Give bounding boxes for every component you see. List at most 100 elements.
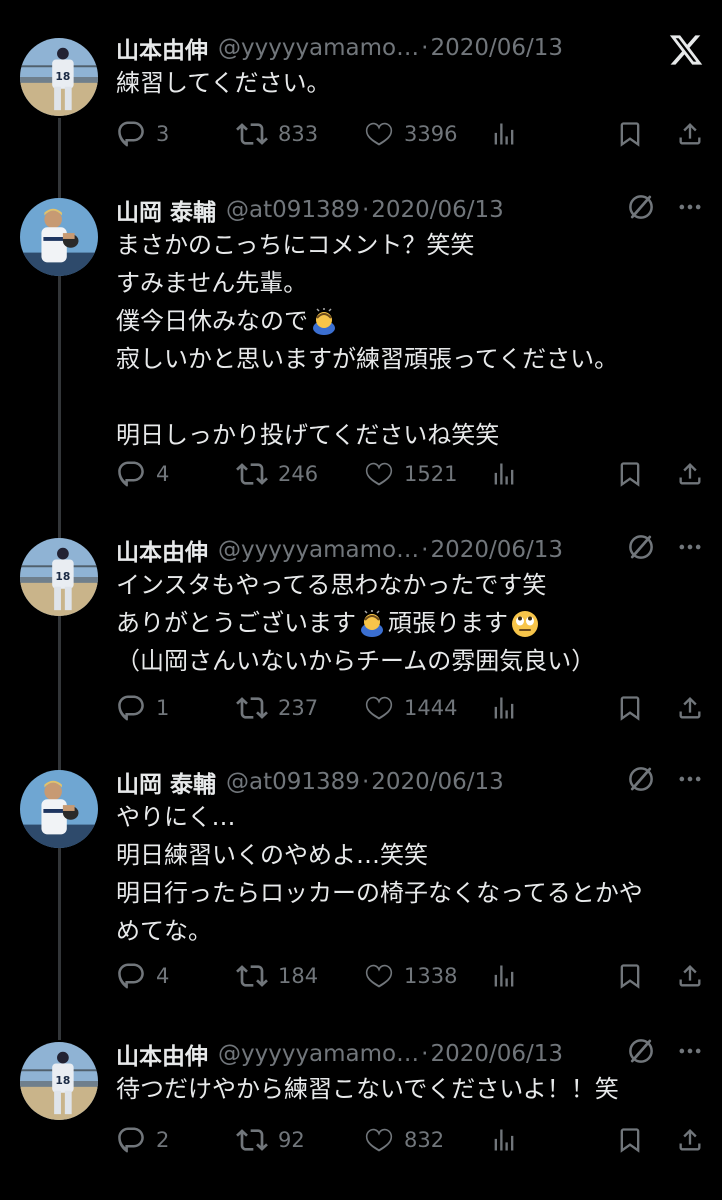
like-icon — [364, 459, 394, 489]
retweet-count: 92 — [278, 1128, 305, 1152]
views-button[interactable] — [490, 114, 518, 154]
more-icon[interactable] — [676, 764, 704, 798]
retweet-button[interactable]: 246 — [236, 454, 318, 494]
reply-icon — [116, 693, 146, 723]
tweet-line: まさかのこっちにコメント？笑笑 — [116, 231, 475, 259]
timestamp[interactable]: 2020/06/13 — [430, 1041, 563, 1067]
action-bar: 2 92 832 — [116, 1120, 722, 1160]
bookmark-button[interactable] — [616, 1120, 644, 1160]
like-count: 1338 — [404, 964, 458, 988]
timestamp[interactable]: 2020/06/13 — [371, 769, 504, 795]
share-icon — [676, 120, 704, 148]
retweet-icon — [236, 960, 268, 992]
like-button[interactable]: 1444 — [364, 688, 457, 728]
action-bar: 4 246 1521 — [116, 454, 722, 494]
timestamp[interactable]: 2020/06/13 — [430, 35, 563, 61]
tweet-line-text: 僕今日休みなので — [116, 307, 308, 335]
tweet-2[interactable]: 山岡 泰輔 @at091389 · 2020/06/13 まさかのこっちにコメン… — [0, 190, 722, 500]
views-icon — [490, 962, 518, 990]
grok-icon[interactable] — [626, 764, 656, 798]
views-button[interactable] — [490, 688, 518, 728]
timestamp[interactable]: 2020/06/13 — [371, 197, 504, 223]
tweet-line-text: ありがとうございます — [116, 609, 356, 637]
like-button[interactable]: 832 — [364, 1120, 444, 1160]
share-button[interactable] — [676, 114, 704, 154]
bowing-emoji — [313, 308, 335, 335]
avatar[interactable] — [20, 1042, 98, 1120]
handle[interactable]: @yyyyyamamo… — [218, 1041, 419, 1067]
bookmark-button[interactable] — [616, 454, 644, 494]
like-count: 1521 — [404, 462, 458, 486]
tweet-line: やりにく… — [116, 803, 236, 831]
tweet-line: 明日行ったらロッカーの椅子なくなってるとかや — [116, 879, 643, 907]
share-button[interactable] — [676, 1120, 704, 1160]
like-button[interactable]: 1338 — [364, 956, 457, 996]
tweet-line: 待つだけやから練習こないでくださいよ！！笑 — [116, 1075, 619, 1103]
like-icon — [364, 1125, 394, 1155]
separator-dot: · — [421, 35, 429, 61]
handle[interactable]: @at091389 — [226, 197, 360, 223]
avatar[interactable] — [20, 770, 98, 848]
like-button[interactable]: 1521 — [364, 454, 457, 494]
retweet-count: 833 — [278, 122, 319, 146]
reply-button[interactable]: 3 — [116, 114, 169, 154]
more-icon[interactable] — [676, 192, 704, 226]
timestamp[interactable]: 2020/06/13 — [430, 537, 563, 563]
retweet-button[interactable]: 184 — [236, 956, 318, 996]
grok-icon[interactable] — [626, 532, 656, 566]
tweet-4[interactable]: 山岡 泰輔 @at091389 · 2020/06/13 やりにく… 明日練習い… — [0, 762, 722, 1002]
views-icon — [490, 1126, 518, 1154]
handle[interactable]: @yyyyyamamo… — [218, 537, 419, 563]
tweet-line: 明日しっかり投げてくださいね笑笑 — [116, 421, 500, 449]
reply-icon — [116, 459, 146, 489]
like-button[interactable]: 3396 — [364, 114, 457, 154]
views-button[interactable] — [490, 1120, 518, 1160]
retweet-icon — [236, 458, 268, 490]
tweet-line: すみません先輩。 — [116, 269, 308, 297]
views-button[interactable] — [490, 956, 518, 996]
share-button[interactable] — [676, 956, 704, 996]
like-icon — [364, 119, 394, 149]
grok-icon[interactable] — [626, 1036, 656, 1070]
reply-button[interactable]: 1 — [116, 688, 169, 728]
avatar[interactable] — [20, 198, 98, 276]
retweet-button[interactable]: 833 — [236, 114, 318, 154]
tweet-3[interactable]: 山本由伸 @yyyyyamamo… · 2020/06/13 インスタもやってる… — [0, 530, 722, 730]
retweet-button[interactable]: 237 — [236, 688, 318, 728]
tweet-1[interactable]: 山本由伸 @yyyyyamamo… · 2020/06/13 練習してください。… — [0, 28, 722, 158]
action-bar: 4 184 1338 — [116, 956, 722, 996]
grok-icon[interactable] — [626, 192, 656, 226]
display-name[interactable]: 山本由伸 — [116, 533, 208, 567]
tweet-line — [116, 378, 692, 416]
reply-icon — [116, 119, 146, 149]
like-icon — [364, 693, 394, 723]
bookmark-button[interactable] — [616, 114, 644, 154]
display-name[interactable]: 山岡 泰輔 — [116, 765, 216, 799]
share-icon — [676, 962, 704, 990]
display-name[interactable]: 山岡 泰輔 — [116, 193, 216, 227]
reply-button[interactable]: 2 — [116, 1120, 169, 1160]
reply-button[interactable]: 4 — [116, 454, 169, 494]
tweet-5[interactable]: 山本由伸 @yyyyyamamo… · 2020/06/13 待つだけやから練習… — [0, 1034, 722, 1174]
share-button[interactable] — [676, 688, 704, 728]
retweet-button[interactable]: 92 — [236, 1120, 305, 1160]
tweet-text: 練習してください。 — [116, 64, 692, 102]
views-icon — [490, 460, 518, 488]
more-icon[interactable] — [676, 1036, 704, 1070]
like-count: 832 — [404, 1128, 445, 1152]
reply-button[interactable]: 4 — [116, 956, 169, 996]
display-name[interactable]: 山本由伸 — [116, 31, 208, 65]
display-name[interactable]: 山本由伸 — [116, 1037, 208, 1071]
retweet-count: 237 — [278, 696, 319, 720]
bowing-emoji — [361, 610, 383, 637]
like-count: 3396 — [404, 122, 458, 146]
avatar[interactable] — [20, 538, 98, 616]
handle[interactable]: @yyyyyamamo… — [218, 35, 419, 61]
more-icon[interactable] — [676, 532, 704, 566]
avatar[interactable] — [20, 38, 98, 116]
handle[interactable]: @at091389 — [226, 769, 360, 795]
views-button[interactable] — [490, 454, 518, 494]
share-button[interactable] — [676, 454, 704, 494]
bookmark-button[interactable] — [616, 956, 644, 996]
bookmark-button[interactable] — [616, 688, 644, 728]
